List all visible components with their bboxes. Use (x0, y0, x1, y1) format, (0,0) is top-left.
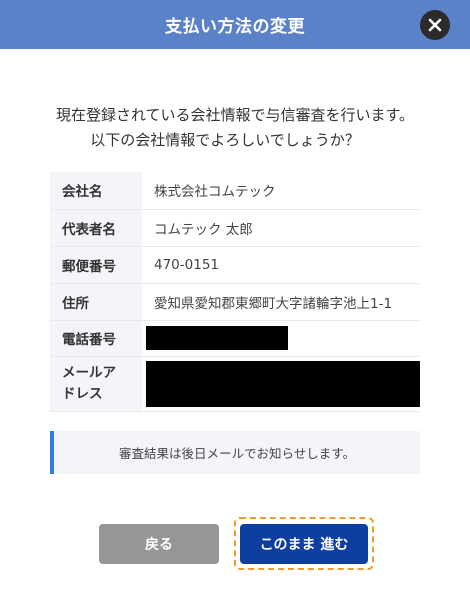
table-row: 電話番号 (50, 320, 420, 357)
redacted-phone (146, 326, 288, 350)
value-email (142, 356, 420, 412)
table-row: 住所 愛知県愛知郡東郷町大字諸輪字池上1-1 (50, 283, 420, 321)
company-info-table: 会社名 株式会社コムテック 代表者名 コムテック 太郎 郵便番号 470-015… (50, 172, 420, 412)
message-line-1: 現在登録されている会社情報で与信審査を行います。 (55, 106, 415, 124)
value-phone (142, 320, 420, 357)
confirmation-message: 現在登録されている会社情報で与信審査を行います。 以下の会社情報でよろしいでしょ… (0, 103, 470, 153)
label-postal-code: 郵便番号 (50, 246, 142, 284)
back-button-label: 戻る (145, 537, 173, 553)
message-line-2: 以下の会社情報でよろしいでしょうか？ (90, 131, 360, 149)
value-representative: コムテック 太郎 (142, 209, 420, 247)
close-icon (428, 18, 442, 32)
label-address: 住所 (50, 283, 142, 321)
back-button[interactable]: 戻る (99, 524, 219, 564)
table-row: 郵便番号 470-0151 (50, 246, 420, 284)
label-company-name: 会社名 (50, 172, 142, 210)
close-button[interactable] (420, 10, 450, 40)
modal-title: 支払い方法の変更 (165, 17, 305, 37)
label-phone: 電話番号 (50, 320, 142, 357)
value-address: 愛知県愛知郡東郷町大字諸輪字池上1-1 (142, 283, 420, 321)
notice-box: 審査結果は後日メールでお知らせします。 (50, 431, 420, 474)
modal-header: 支払い方法の変更 (0, 0, 470, 49)
redacted-email (146, 360, 420, 407)
label-email: メールアドレス (50, 356, 142, 412)
table-row: 会社名 株式会社コムテック (50, 172, 420, 210)
table-row: 代表者名 コムテック 太郎 (50, 209, 420, 247)
proceed-button[interactable]: このまま 進む (240, 524, 368, 564)
value-company-name: 株式会社コムテック (142, 172, 420, 210)
notice-text: 審査結果は後日メールでお知らせします。 (118, 446, 355, 461)
table-row: メールアドレス (50, 356, 420, 412)
proceed-button-label: このまま 進む (259, 537, 349, 553)
label-representative: 代表者名 (50, 209, 142, 247)
label-email-text: メールアドレス (62, 364, 116, 402)
value-postal-code: 470-0151 (142, 246, 420, 284)
